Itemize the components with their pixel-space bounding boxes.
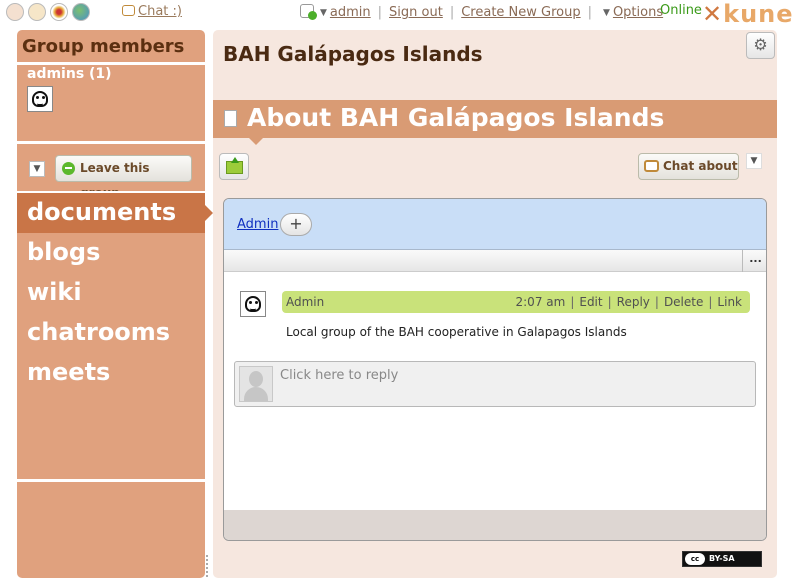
edit-link[interactable]: Edit bbox=[579, 295, 602, 309]
minus-circle-icon bbox=[62, 162, 75, 175]
content-options-dropdown[interactable]: ▼ bbox=[746, 153, 762, 169]
blip-content[interactable]: Local group of the BAH cooperative in Ga… bbox=[286, 325, 627, 339]
divider bbox=[17, 141, 205, 144]
username-link[interactable]: admin bbox=[330, 5, 371, 20]
logo-text: kune bbox=[723, 0, 794, 28]
chat-label: Chat :) bbox=[138, 4, 182, 19]
status-dropdown-icon[interactable]: ▼ bbox=[320, 8, 327, 18]
settings-gear-button[interactable]: ⚙ bbox=[746, 32, 775, 59]
member-avatar[interactable] bbox=[27, 86, 53, 112]
blip-author-avatar bbox=[240, 291, 266, 317]
license-label: BY-SA bbox=[709, 554, 735, 563]
tool-label: wiki bbox=[27, 278, 82, 306]
public-space-icon[interactable] bbox=[72, 3, 90, 21]
group-members-heading: Group members bbox=[22, 36, 185, 57]
tool-label: chatrooms bbox=[27, 318, 171, 346]
divider bbox=[17, 62, 205, 65]
tool-meets[interactable]: meets bbox=[17, 353, 205, 393]
reply-box[interactable]: Click here to reply bbox=[234, 361, 756, 407]
chat-about-button[interactable]: Chat about bbox=[638, 153, 739, 180]
blip-author: Admin bbox=[286, 295, 325, 309]
divider bbox=[17, 479, 205, 482]
tool-blogs[interactable]: blogs bbox=[17, 233, 205, 273]
license-badge[interactable]: cc BY-SA bbox=[682, 551, 762, 567]
admins-heading: admins (1) bbox=[27, 66, 112, 82]
chat-link[interactable]: Chat :) bbox=[122, 4, 182, 19]
home-icon[interactable] bbox=[6, 3, 24, 21]
participant-link[interactable]: Admin bbox=[237, 217, 278, 232]
blip-time: 2:07 am bbox=[515, 295, 566, 309]
wave-toolbar: ... bbox=[224, 250, 766, 272]
online-status-text: Online bbox=[660, 3, 702, 18]
delete-link[interactable]: Delete bbox=[664, 295, 703, 309]
group-space-icon[interactable] bbox=[50, 3, 68, 21]
document-title[interactable]: About BAH Galápagos Islands bbox=[247, 103, 664, 132]
link-link[interactable]: Link bbox=[717, 295, 742, 309]
tool-label: meets bbox=[27, 358, 111, 386]
reply-placeholder: Click here to reply bbox=[280, 368, 399, 383]
online-status-icon[interactable] bbox=[300, 4, 317, 20]
create-group-link[interactable]: Create New Group bbox=[461, 5, 580, 20]
avatar-face-icon bbox=[32, 91, 48, 107]
avatar-face-icon bbox=[245, 296, 261, 312]
document-title-bar: About BAH Galápagos Islands bbox=[213, 100, 777, 145]
add-participant-button[interactable]: + bbox=[280, 213, 312, 236]
tool-label: documents bbox=[27, 198, 177, 226]
members-options-dropdown[interactable]: ▼ bbox=[29, 161, 45, 177]
folder-up-icon bbox=[226, 157, 243, 174]
reply-link[interactable]: Reply bbox=[617, 295, 650, 309]
top-bar: Chat :) ▼ admin | Sign out | Create New Group… bbox=[0, 0, 794, 28]
document-icon bbox=[224, 110, 237, 127]
sidebar-resize-handle[interactable] bbox=[206, 555, 210, 577]
wave-participants-bar: Admin + bbox=[224, 199, 766, 250]
gear-icon: ⚙ bbox=[753, 35, 768, 54]
tool-chatrooms[interactable]: chatrooms bbox=[17, 313, 205, 353]
chat-bubble-icon bbox=[122, 5, 135, 16]
anonymous-user-icon bbox=[239, 366, 273, 402]
kune-app: Chat :) ▼ admin | Sign out | Create New Group… bbox=[0, 0, 794, 587]
leave-group-button[interactable]: Leave this group bbox=[55, 155, 192, 200]
user-space-icon[interactable] bbox=[28, 3, 46, 21]
chat-about-label: Chat about bbox=[663, 159, 738, 173]
cc-icon: cc bbox=[685, 553, 705, 565]
options-dropdown-icon: ▼ bbox=[603, 8, 610, 18]
user-menu: ▼ admin | Sign out | Create New Group | ▼ Option… bbox=[300, 4, 663, 20]
wave-footer bbox=[224, 510, 766, 540]
tool-documents[interactable]: documents bbox=[17, 193, 213, 233]
chat-bubble-icon bbox=[644, 160, 659, 172]
tool-wiki[interactable]: wiki bbox=[17, 273, 205, 313]
blip-header: Admin 2:07 am | Edit | Reply | Delete | Link bbox=[282, 291, 750, 313]
more-options-button[interactable]: ... bbox=[742, 250, 766, 272]
go-parent-folder-button[interactable] bbox=[219, 153, 249, 180]
wave-panel: Admin + ... Admin 2:07 am | Edit | Reply | Del… bbox=[223, 198, 767, 541]
blip-meta: 2:07 am | Edit | Reply | Delete | Link bbox=[515, 295, 743, 309]
main-content: ⚙ BAH Galápagos Islands About BAH Galápa… bbox=[213, 30, 777, 578]
kune-logo[interactable]: ✕kune bbox=[702, 0, 794, 28]
sidebar: Group members admins (1) ▼ Leave this gr… bbox=[17, 30, 213, 578]
group-title: BAH Galápagos Islands bbox=[223, 42, 483, 66]
options-link[interactable]: Options bbox=[613, 5, 663, 20]
tool-label: blogs bbox=[27, 238, 101, 266]
sign-out-link[interactable]: Sign out bbox=[389, 5, 443, 20]
